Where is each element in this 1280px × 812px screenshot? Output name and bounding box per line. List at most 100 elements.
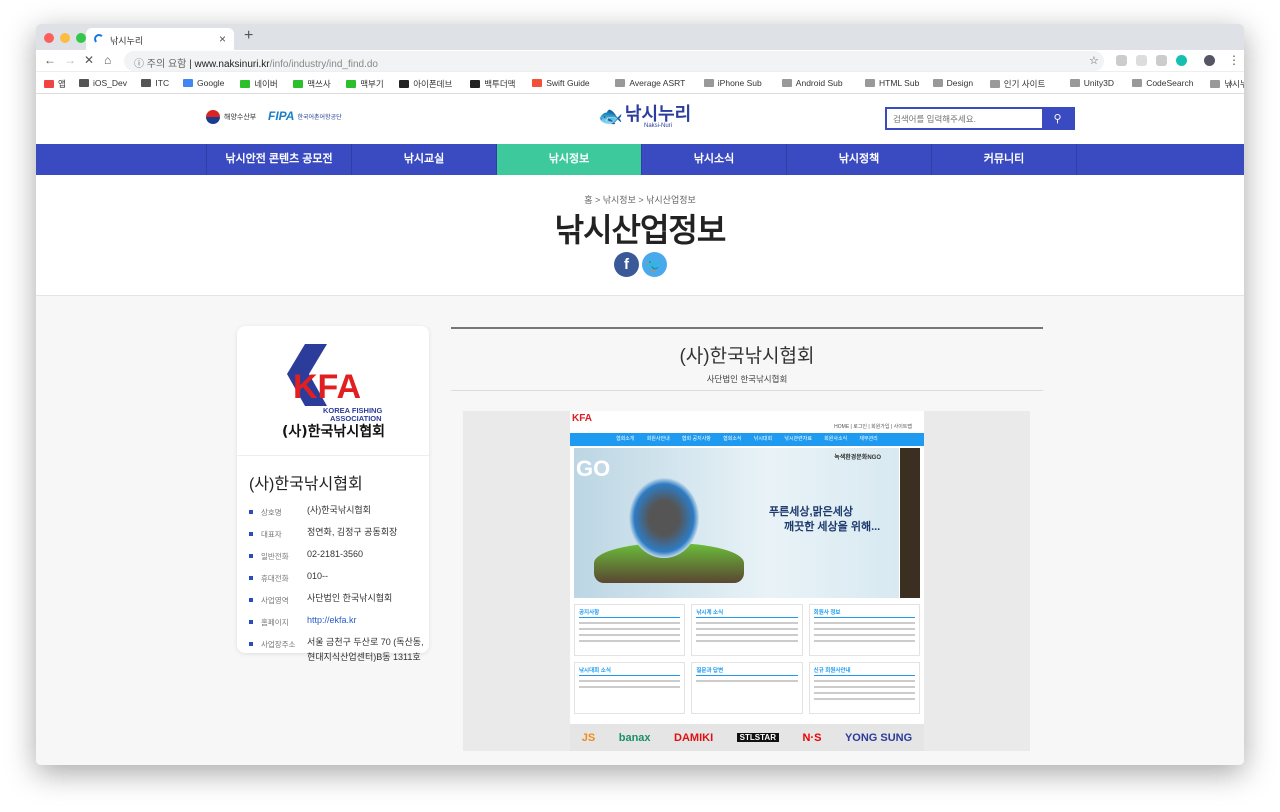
bookmark-item[interactable]: Average ASRT	[615, 78, 685, 88]
screenshot-box-title: 낚시계 소식	[696, 608, 798, 618]
minimize-window-button[interactable]	[60, 33, 70, 43]
facebook-share-button[interactable]: f	[614, 252, 639, 277]
bookmark-label: Average ASRT	[629, 78, 686, 88]
text-line	[813, 640, 915, 642]
bookmark-item[interactable]: 앱	[44, 78, 66, 90]
home-icon[interactable]: ⌂	[104, 53, 111, 67]
site-logo[interactable]: 🐟 낚시누리 Naksi-Nuri	[598, 104, 691, 129]
screenshot-nav-item: 낚시대회	[753, 436, 773, 442]
forward-icon[interactable]: →	[64, 53, 76, 67]
bookmark-label: 맥부기	[360, 79, 384, 89]
bookmark-label: 인기 사이트	[1003, 79, 1046, 89]
screenshot-nav-item: 낚시관련자료	[784, 436, 812, 442]
address-bar[interactable]: ⓘ 주의 요함 | www.naksinuri.kr/info/industry…	[124, 51, 1104, 71]
close-window-button[interactable]	[44, 33, 54, 43]
text-line	[696, 680, 798, 682]
company-info-row: 대표자 정연화, 김정구 공동회장	[249, 527, 429, 540]
bookmark-item[interactable]: ITC	[141, 78, 169, 88]
bookmark-item[interactable]: Swift Guide	[532, 78, 590, 88]
extension-icon[interactable]	[1156, 55, 1167, 66]
bookmark-item[interactable]: CodeSearch	[1132, 78, 1193, 88]
facebook-icon: f	[624, 256, 629, 273]
page-title: 낚시산업정보	[554, 212, 727, 248]
site-logo-sub: Naksi-Nuri	[644, 123, 673, 129]
nav-divider	[1076, 144, 1077, 175]
text-line	[579, 640, 681, 642]
bookmark-item[interactable]: Design	[932, 78, 974, 88]
search-button[interactable]: ⚲	[1042, 109, 1073, 128]
company-info-row: 사업영역 사단법인 한국낚시협회	[249, 593, 429, 606]
tab-bar: 낚시누리 × +	[36, 24, 1244, 50]
info-value: 서울 금천구 두산로 70 (독산동, 현대지식산업센터)B동 1311호	[307, 637, 424, 662]
company-info-row: 홈페이지 http://ekfa.kr	[249, 615, 429, 628]
profile-avatar[interactable]	[1204, 55, 1215, 66]
company-info-row: 상호명 (사)한국낚시협회	[249, 505, 429, 518]
bookmarks-more-button[interactable]: »	[1228, 78, 1233, 88]
nav-item[interactable]: 낚시안전 콘텐츠 공모전	[206, 144, 351, 175]
brand-logo: N·S	[802, 731, 822, 744]
bookmark-icon	[615, 79, 626, 87]
close-tab-icon[interactable]: ×	[219, 32, 226, 46]
twitter-share-button[interactable]: 🐦	[642, 252, 667, 277]
browser-toolbar: ← → ✕ ⌂ ⓘ 주의 요함 | www.naksinuri.kr/info/…	[36, 50, 1244, 72]
new-tab-button[interactable]: +	[244, 27, 253, 45]
text-line	[813, 628, 915, 630]
bookmark-item[interactable]: Google	[183, 78, 224, 88]
menu-icon[interactable]: ⋮	[1228, 53, 1240, 67]
bookmark-icon	[470, 80, 481, 88]
bookmark-item[interactable]: 맥부기	[346, 78, 384, 90]
info-icon: ⓘ	[134, 59, 147, 70]
bookmark-item[interactable]: HTML Sub	[865, 78, 919, 88]
back-icon[interactable]: ←	[44, 53, 56, 67]
browser-tab[interactable]: 낚시누리 ×	[86, 28, 234, 50]
screenshot-nav-item: 협회소식	[723, 436, 742, 442]
company-info-row: 휴대전화 010--	[249, 571, 429, 584]
bookmark-icon	[932, 79, 943, 87]
fipa-logo-sub: 한국어촌어항공단	[297, 114, 342, 121]
bookmark-icon	[1132, 79, 1143, 87]
bookmark-item[interactable]: Unity3D	[1069, 78, 1114, 88]
nav-item[interactable]: 낚시교실	[351, 144, 496, 175]
nav-item[interactable]: 낚시소식	[641, 144, 786, 175]
bookmark-star-icon[interactable]: ☆	[1089, 54, 1099, 67]
text-line	[696, 634, 798, 636]
nav-item[interactable]: 커뮤니티	[931, 144, 1076, 175]
extension-icon[interactable]	[1136, 55, 1147, 66]
bookmark-label: 백투더맥	[484, 79, 516, 89]
bookmark-item[interactable]: iOS_Dev	[79, 78, 127, 88]
kfa-logo-icon: KFA K KOREA FISHING ASSOCIATION (사)한국낚시협…	[282, 344, 385, 440]
bookmark-item[interactable]: 인기 사이트	[989, 78, 1046, 90]
main-nav: 낚시안전 콘텐츠 공모전 낚시교실 낚시정보 낚시소식 낚시정책 커뮤니티	[36, 144, 1244, 175]
text-line	[696, 622, 798, 624]
brand-logo: JS	[581, 731, 596, 744]
text-line	[813, 622, 915, 624]
nav-item[interactable]: 낚시정책	[786, 144, 931, 175]
bookmark-item[interactable]: Android Sub	[781, 78, 843, 88]
bookmark-item[interactable]: 네이버	[240, 78, 278, 90]
nav-item[interactable]: 낚시정보	[496, 144, 641, 175]
bookmark-item[interactable]: iPhone Sub	[703, 78, 762, 88]
bookmark-icon	[1069, 79, 1080, 87]
extension-icon[interactable]	[1176, 55, 1187, 66]
bookmark-item[interactable]: 백투더맥	[470, 78, 515, 90]
web-page: 해양수산부 FIPA 한국어촌어항공단 🐟 낚시누리 Naksi-Nuri ⚲ …	[36, 94, 1244, 765]
url-host: www.naksinuri.kr	[194, 59, 270, 70]
bookmark-item[interactable]: 아이폰데브	[399, 78, 452, 90]
extension-icon[interactable]	[1116, 55, 1127, 66]
website-screenshot-frame: KFA HOME | 로그인 | 회원가입 | 사이트맵 협회소개 회원사안내 협회…	[463, 411, 1030, 751]
bookmark-item[interactable]: 맥쓰사	[293, 78, 331, 90]
info-value: 사단법인 한국낚시협회	[307, 593, 393, 603]
screenshot-top-links: HOME | 로그인 | 회원가입 | 사이트맵	[834, 424, 912, 430]
stop-icon[interactable]: ✕	[84, 53, 94, 67]
fipa-logo[interactable]: FIPA 한국어촌어항공단	[268, 109, 342, 123]
bookmark-icon	[293, 80, 304, 88]
bookmark-label: HTML Sub	[879, 78, 920, 88]
maximize-window-button[interactable]	[76, 33, 86, 43]
screenshot-box: 낚시대회 소식	[574, 662, 686, 714]
mof-logo[interactable]: 해양수산부	[206, 110, 256, 124]
search-input[interactable]	[887, 109, 1042, 128]
bookmark-label: Design	[946, 78, 974, 88]
svg-text:ASSOCIATION: ASSOCIATION	[330, 414, 382, 423]
url-path: /info/industry/ind_find.do	[269, 59, 378, 70]
homepage-link[interactable]: http://ekfa.kr	[307, 615, 357, 625]
